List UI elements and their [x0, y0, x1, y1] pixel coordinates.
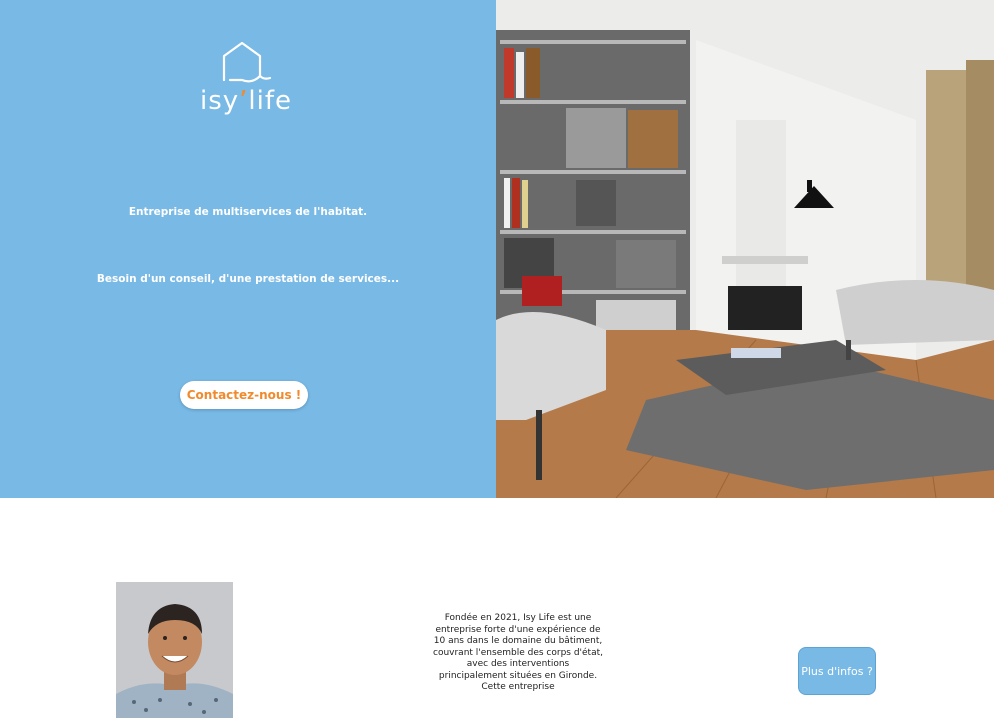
brand-name: isy’life [188, 86, 304, 116]
hero-panel: isy’life Entreprise de multiservices de … [0, 0, 496, 498]
hero-subtagline: Besoin d'un conseil, d'une prestation de… [96, 273, 400, 285]
founder-portrait-photo [116, 582, 233, 718]
house-outline-icon [222, 41, 272, 83]
about-text: Fondée en 2021, Isy Life est une entrepr… [433, 613, 603, 692]
living-room-photo [496, 0, 994, 498]
contact-button[interactable]: Contactez-nous ! [180, 381, 308, 409]
more-info-button[interactable]: Plus d'infos ? [798, 647, 876, 695]
hero-tagline: Entreprise de multiservices de l'habitat… [128, 206, 368, 218]
isy-life-logo[interactable]: isy’life [188, 40, 304, 125]
brand-name-right: life [248, 86, 293, 116]
brand-name-left: isy [199, 86, 240, 116]
